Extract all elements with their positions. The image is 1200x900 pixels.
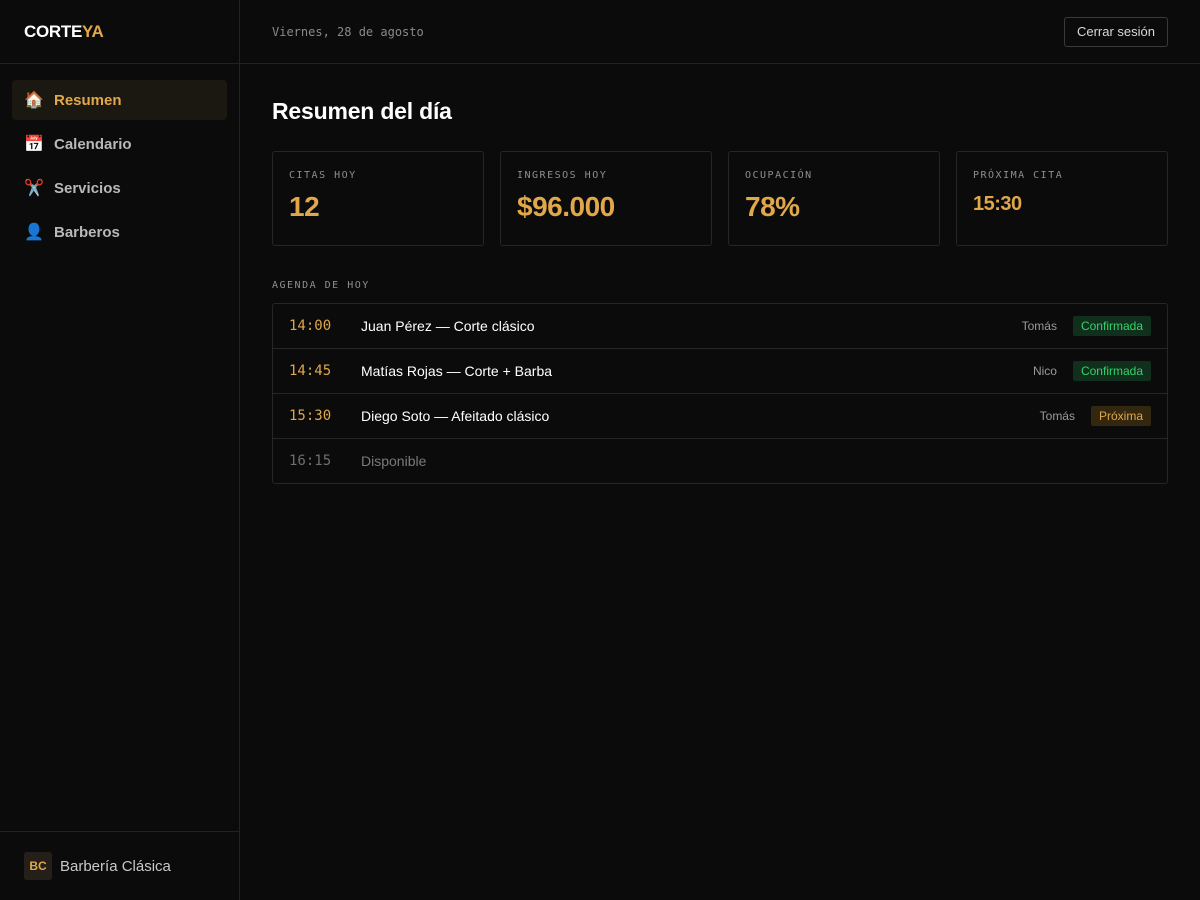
stat-label: PRÓXIMA CITA bbox=[973, 170, 1064, 181]
page-title: Resumen del día bbox=[272, 98, 452, 124]
status-badge: Confirmada bbox=[1072, 361, 1151, 381]
sidebar-item-barberos[interactable]: 👤 Barberos bbox=[12, 212, 227, 252]
stat-card-ocupacion: OCUPACIÓN 78% bbox=[728, 151, 940, 246]
shop-profile[interactable]: BC Barbería Clásica bbox=[0, 831, 239, 900]
stat-label: INGRESOS HOY bbox=[517, 170, 608, 181]
agenda-heading: AGENDA DE HOY bbox=[272, 280, 370, 291]
appointment-description: Disponible bbox=[361, 453, 427, 469]
sidebar-item-label: Servicios bbox=[54, 179, 121, 197]
agenda-row[interactable]: 15:30 Diego Soto — Afeitado clásico Tomá… bbox=[273, 394, 1167, 439]
agenda-row[interactable]: 14:00 Juan Pérez — Corte clásico Tomás C… bbox=[273, 304, 1167, 349]
agenda-row[interactable]: 14:45 Matías Rojas — Corte + Barba Nico … bbox=[273, 349, 1167, 394]
topbar: Viernes, 28 de agosto Cerrar sesión bbox=[240, 0, 1200, 64]
appointment-description: Diego Soto — Afeitado clásico bbox=[361, 408, 550, 424]
agenda-list: 14:00 Juan Pérez — Corte clásico Tomás C… bbox=[272, 303, 1168, 484]
shop-name: Barbería Clásica bbox=[60, 857, 171, 875]
stat-value: 12 bbox=[289, 191, 320, 222]
scissors-icon: ✂️ bbox=[24, 180, 44, 197]
person-icon: 👤 bbox=[24, 224, 44, 241]
status-badge: Próxima bbox=[1090, 406, 1151, 426]
stat-card-proxima-cita: PRÓXIMA CITA 15:30 bbox=[956, 151, 1168, 246]
appointment-barber: Tomás bbox=[1039, 409, 1075, 423]
stat-value: $96.000 bbox=[517, 191, 615, 222]
calendar-icon: 📅 bbox=[24, 136, 44, 153]
sidebar-item-label: Resumen bbox=[54, 91, 122, 109]
appointment-time: 14:45 bbox=[289, 363, 332, 379]
avatar: BC bbox=[24, 852, 52, 880]
stats-row: CITAS HOY 12 INGRESOS HOY $96.000 OCUPAC… bbox=[272, 151, 1168, 246]
sidebar-item-label: Calendario bbox=[54, 135, 132, 153]
main-content: Resumen del día CITAS HOY 12 INGRESOS HO… bbox=[272, 64, 1168, 484]
stat-label: CITAS HOY bbox=[289, 170, 357, 181]
sidebar-item-servicios[interactable]: ✂️ Servicios bbox=[12, 168, 227, 208]
sidebar: CORTE YA 🏠 Resumen 📅 Calendario ✂️ Servic… bbox=[0, 0, 240, 900]
sidebar-item-label: Barberos bbox=[54, 223, 120, 241]
agenda-row-available[interactable]: 16:15 Disponible bbox=[273, 439, 1167, 483]
sidebar-item-resumen[interactable]: 🏠 Resumen bbox=[12, 80, 227, 120]
stat-label: OCUPACIÓN bbox=[745, 170, 813, 181]
stat-value: 15:30 bbox=[973, 193, 1022, 215]
brand-logo-part1: CORTE bbox=[24, 21, 83, 41]
appointment-barber: Nico bbox=[1032, 364, 1057, 378]
stat-card-citas: CITAS HOY 12 bbox=[272, 151, 484, 246]
appointment-description: Matías Rojas — Corte + Barba bbox=[361, 363, 553, 379]
current-date: Viernes, 28 de agosto bbox=[272, 24, 424, 39]
stat-value: 78% bbox=[745, 191, 800, 222]
sidebar-item-calendario[interactable]: 📅 Calendario bbox=[12, 124, 227, 164]
brand-logo-part2: YA bbox=[82, 21, 104, 41]
appointment-time: 16:15 bbox=[289, 453, 332, 469]
stat-card-ingresos: INGRESOS HOY $96.000 bbox=[500, 151, 712, 246]
house-icon: 🏠 bbox=[24, 92, 44, 109]
sidebar-nav: 🏠 Resumen 📅 Calendario ✂️ Servicios 👤 Ba… bbox=[0, 64, 239, 272]
appointment-time: 14:00 bbox=[289, 318, 332, 334]
logout-button[interactable]: Cerrar sesión bbox=[1063, 16, 1168, 47]
brand-logo[interactable]: CORTE YA bbox=[0, 0, 239, 64]
appointment-description: Juan Pérez — Corte clásico bbox=[361, 318, 535, 334]
appointment-barber: Tomás bbox=[1021, 319, 1057, 333]
status-badge: Confirmada bbox=[1072, 316, 1151, 336]
appointment-time: 15:30 bbox=[289, 408, 332, 424]
